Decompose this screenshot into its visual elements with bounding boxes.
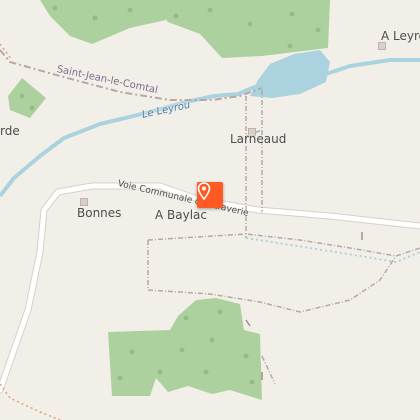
place-label-rde: rde (0, 124, 20, 138)
place-label-leyrou: A Leyro (381, 29, 420, 43)
place-label-larneaud: Larneaud (230, 132, 287, 146)
forest-small-left (8, 78, 46, 118)
location-marker[interactable] (197, 182, 223, 208)
forest-top-middle (150, 0, 330, 58)
building-bonnes (80, 198, 88, 206)
forest-bottom (108, 298, 262, 400)
river (0, 58, 420, 198)
building-leyrou (378, 42, 386, 50)
track-bottom-right (261, 355, 276, 385)
place-label-bonnes: Bonnes (77, 206, 122, 220)
track-vertical (245, 90, 263, 238)
forest-top-left (40, 0, 166, 44)
map-pin-icon (197, 182, 211, 200)
place-label-baylac: A Baylac (155, 208, 207, 222)
footpath (0, 383, 61, 420)
map-canvas[interactable]: Saint-Jean-le-Comtal Le Leyrou A Leyro L… (0, 0, 420, 420)
track-loop (147, 233, 420, 313)
